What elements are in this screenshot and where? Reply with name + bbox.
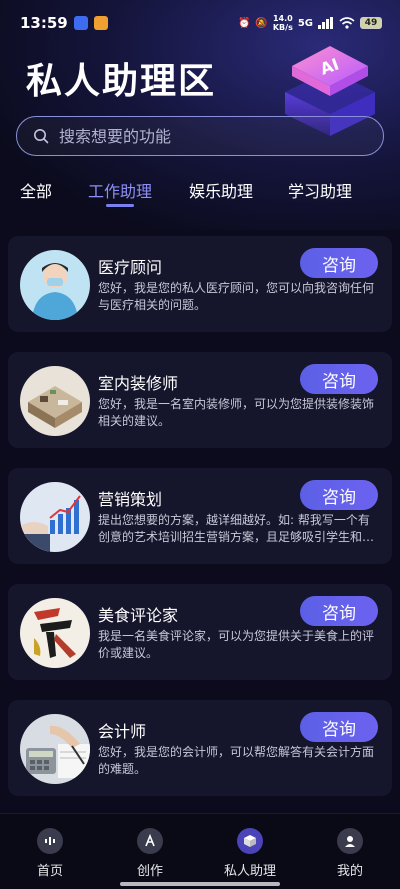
- tab-all[interactable]: 全部: [20, 178, 52, 202]
- search-box[interactable]: [16, 116, 384, 156]
- tab-study-assistant[interactable]: 学习助理: [288, 178, 352, 202]
- assistant-description: 您好，我是您的会计师，可以帮您解答有关会计方面的难题。: [98, 745, 375, 776]
- nav-label-create: 创作: [136, 864, 163, 879]
- nav-label-profile: 我的: [336, 864, 363, 879]
- assistant-card-marketing[interactable]: 营销策划 咨询 提出您想要的方案，越详细越好。如: 帮我写一个有创意的艺术培训招…: [8, 468, 392, 564]
- home-indicator[interactable]: [120, 882, 280, 886]
- assistant-title: 营销策划: [98, 490, 163, 509]
- home-waveform-icon: [37, 828, 63, 854]
- nav-item-home[interactable]: 首页: [10, 828, 90, 879]
- tab-entertainment-assistant[interactable]: 娱乐助理: [189, 178, 253, 202]
- assistant-title: 医疗顾问: [98, 258, 163, 277]
- consult-button-accountant[interactable]: 咨询: [300, 712, 378, 742]
- consult-button-interior[interactable]: 咨询: [300, 364, 378, 394]
- food-critic-avatar: [20, 598, 90, 668]
- category-tabs: 全部 工作助理 娱乐助理 学习助理: [0, 178, 400, 208]
- nav-label-assistant: 私人助理: [223, 864, 276, 879]
- assistant-card-interior[interactable]: 室内装修师 咨询 您好，我是一名室内装修师，可以为您提供装修装饰相关的建议。: [8, 352, 392, 448]
- alarm-icon: ⏰: [237, 17, 251, 29]
- assistant-description: 您好，我是一名室内装修师，可以为您提供装修装饰相关的建议。: [98, 397, 375, 428]
- assistant-card-accountant[interactable]: 会计师 咨询 您好，我是您的会计师，可以帮您解答有关会计方面的难题。: [8, 700, 392, 796]
- consult-button-medical[interactable]: 咨询: [300, 248, 378, 278]
- nav-item-profile[interactable]: 我的: [310, 828, 390, 879]
- network-speed: 14.0 KB/s: [272, 14, 293, 32]
- active-tab-indicator: [106, 204, 134, 207]
- signal-bars-icon: [318, 17, 333, 29]
- search-icon: [34, 129, 49, 144]
- medical-advisor-avatar: [20, 250, 90, 320]
- nav-label-home: 首页: [36, 864, 63, 879]
- search-input[interactable]: [59, 126, 359, 146]
- assistant-cube-icon: [237, 828, 263, 854]
- signal-label: 5G: [297, 17, 313, 29]
- nav-item-assistant[interactable]: 私人助理: [210, 828, 290, 879]
- notification-app-icon-orange: [93, 16, 108, 30]
- assistant-card-medical[interactable]: 医疗顾问 咨询 您好，我是您的私人医疗顾问，您可以向我咨询任何与医疗相关的问题。: [8, 236, 392, 332]
- assistant-title: 室内装修师: [98, 374, 179, 393]
- interior-designer-avatar: [20, 366, 90, 436]
- assistant-title: 美食评论家: [98, 606, 179, 625]
- assistant-card-food-critic[interactable]: 美食评论家 咨询 我是一名美食评论家，可以为您提供关于美食上的评价或建议。: [8, 584, 392, 680]
- consult-button-marketing[interactable]: 咨询: [300, 480, 378, 510]
- notification-app-icon-blue: [73, 16, 88, 30]
- marketing-planner-avatar: [20, 482, 90, 552]
- create-a-icon: [137, 828, 163, 854]
- tab-work-assistant[interactable]: 工作助理: [88, 178, 152, 202]
- page-title: 私人助理区: [26, 61, 217, 102]
- nav-item-create[interactable]: 创作: [110, 828, 190, 879]
- wifi-icon: [339, 17, 355, 29]
- accountant-avatar: [20, 714, 90, 784]
- assistant-title: 会计师: [98, 722, 147, 741]
- assistant-description: 提出您想要的方案，越详细越好。如: 帮我写一个有创意的艺术培训招生营销方案，且足…: [98, 513, 375, 544]
- profile-icon: [337, 828, 363, 854]
- assistant-description: 您好，我是您的私人医疗顾问，您可以向我咨询任何与医疗相关的问题。: [98, 281, 375, 312]
- assistant-description: 我是一名美食评论家，可以为您提供关于美食上的评价或建议。: [98, 629, 375, 660]
- battery-indicator: 49: [360, 17, 382, 29]
- mute-bell-icon: 🔕: [255, 17, 268, 29]
- bottom-navigation: 首页 创作 私人助理 我的: [0, 813, 400, 889]
- status-time: 13:59: [20, 14, 68, 32]
- consult-button-food-critic[interactable]: 咨询: [300, 596, 378, 626]
